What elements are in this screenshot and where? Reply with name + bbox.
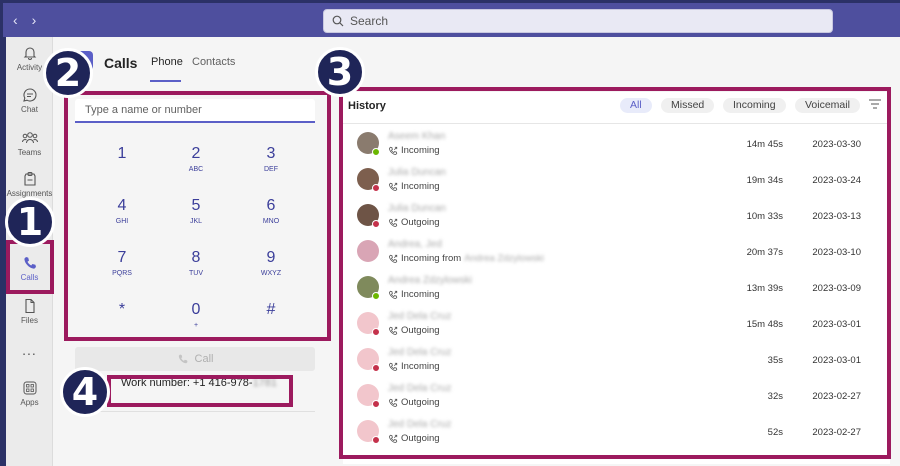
forward-arrow-icon[interactable]: › xyxy=(32,12,37,28)
tab-phone[interactable]: Phone xyxy=(151,56,183,68)
step-badge-4: 4 xyxy=(60,367,110,417)
nav-arrows: ‹ › xyxy=(13,12,36,28)
search-icon xyxy=(332,15,344,27)
divider xyxy=(75,411,315,412)
file-icon xyxy=(24,298,35,314)
teams-icon xyxy=(21,132,38,144)
back-arrow-icon[interactable]: ‹ xyxy=(13,12,18,28)
highlight-box-history xyxy=(339,87,891,459)
rail-item-files[interactable]: Files xyxy=(6,298,53,325)
highlight-box-work-number xyxy=(107,375,293,407)
rail-label: Apps xyxy=(20,398,39,407)
rail-label: Teams xyxy=(17,148,42,157)
call-button-label: Call xyxy=(194,353,214,365)
title-bar: ‹ › Search xyxy=(3,3,900,37)
rail-item-apps[interactable]: Apps xyxy=(6,380,53,407)
more-icon: ... xyxy=(22,342,37,358)
page-title: Calls xyxy=(104,55,138,71)
chat-icon xyxy=(22,88,37,102)
tab-contacts[interactable]: Contacts xyxy=(192,56,235,68)
step-badge-3: 3 xyxy=(315,47,365,97)
call-button[interactable]: Call xyxy=(75,347,315,371)
assignments-icon xyxy=(23,172,36,186)
apps-icon xyxy=(23,381,36,395)
highlight-box-dialpad xyxy=(64,91,331,341)
search-box[interactable]: Search xyxy=(323,9,833,33)
search-placeholder: Search xyxy=(350,14,389,28)
step-badge-2: 2 xyxy=(43,48,93,98)
rail-label: Chat xyxy=(21,105,38,114)
active-tab-indicator xyxy=(150,80,181,82)
app-window: ‹ › Search Activity Chat Teams Assignmen… xyxy=(0,0,900,466)
step-badge-1: 1 xyxy=(5,197,55,247)
bell-icon xyxy=(23,47,36,60)
rail-item-more[interactable]: ... xyxy=(6,342,53,358)
rail-label: Files xyxy=(21,316,38,325)
rail-item-assignments[interactable]: Assignments xyxy=(6,171,53,198)
rail-label: Activity xyxy=(16,63,43,72)
rail-item-chat[interactable]: Chat xyxy=(6,87,53,114)
highlight-box-calls xyxy=(6,240,54,294)
phone-icon xyxy=(178,354,188,364)
calls-header: Calls Phone Contacts xyxy=(53,37,333,87)
rail-item-teams[interactable]: Teams xyxy=(6,130,53,157)
